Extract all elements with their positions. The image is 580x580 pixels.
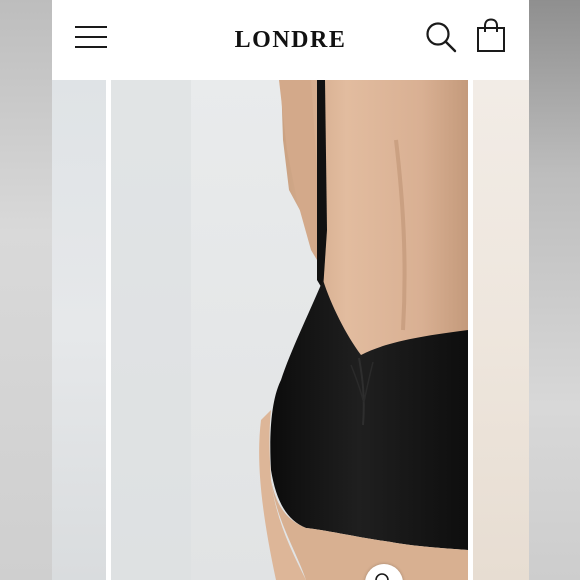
search-button[interactable] <box>424 20 458 54</box>
blurred-backdrop-left <box>0 0 52 580</box>
mobile-page: LONDRE <box>52 0 529 580</box>
previous-slide-preview[interactable] <box>52 80 106 580</box>
product-photo[interactable] <box>111 80 468 580</box>
zoom-button[interactable] <box>365 564 403 580</box>
screenshot-stage: LONDRE <box>0 0 580 580</box>
product-image-gallery[interactable] <box>52 80 529 580</box>
cart-button[interactable] <box>474 18 508 54</box>
menu-button[interactable] <box>74 22 108 52</box>
hamburger-menu-icon <box>75 26 107 48</box>
site-header: LONDRE <box>52 0 529 80</box>
zoom-icon <box>375 573 389 580</box>
shopping-bag-icon <box>477 18 505 52</box>
blurred-backdrop-right <box>529 0 580 580</box>
model-swimsuit-illustration <box>111 80 468 580</box>
next-slide-preview[interactable] <box>473 80 529 580</box>
search-icon <box>426 22 457 53</box>
